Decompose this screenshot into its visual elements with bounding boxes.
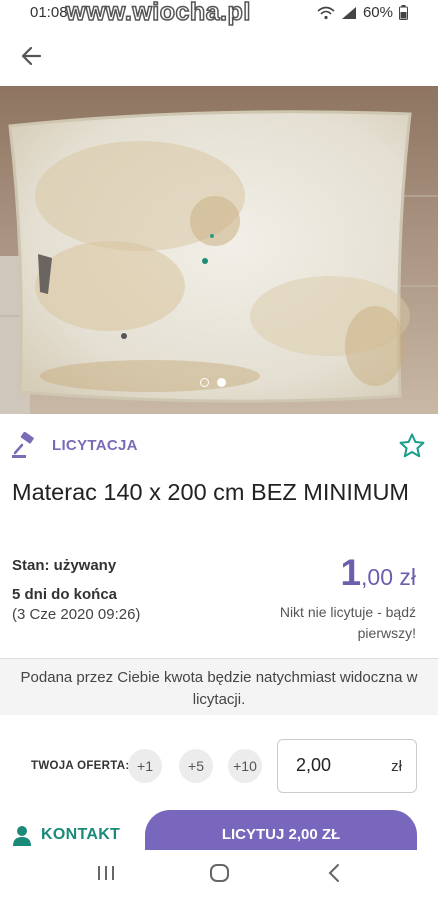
bid-notice: Podana przez Ciebie kwota będzie natychm… xyxy=(0,659,438,715)
wifi-icon xyxy=(317,6,335,19)
clock: 01:08 xyxy=(30,4,68,21)
status-icons: 60% xyxy=(317,4,408,21)
watermark: www.wiocha.pl xyxy=(65,0,251,27)
time-left: 5 dni do końca xyxy=(12,586,118,603)
offer-label: TWOJA OFERTA: xyxy=(31,760,130,772)
home-icon[interactable] xyxy=(209,862,231,884)
item-condition: Stan: używany xyxy=(12,557,117,574)
listing-title: Materac 140 x 200 cm BEZ MINIMUM xyxy=(12,479,409,505)
price-fraction: ,00 zł xyxy=(361,564,416,590)
auction-header: LICYTACJA xyxy=(12,432,426,460)
person-icon xyxy=(13,826,31,846)
current-price: 1,00 zł xyxy=(340,552,416,594)
status-bar: 01:08 www.wiocha.pl 60% xyxy=(0,0,438,28)
offer-amount-input[interactable] xyxy=(294,754,378,777)
battery-level: 60% xyxy=(362,4,393,21)
contact-label: KONTAKT xyxy=(41,826,121,843)
listing-photo[interactable] xyxy=(0,86,438,414)
increment-5-button[interactable]: +5 xyxy=(179,749,213,783)
app-toolbar xyxy=(0,28,438,86)
offer-amount-field[interactable]: zł xyxy=(277,739,417,793)
signal-icon xyxy=(341,6,356,19)
favorite-star-icon[interactable] xyxy=(398,432,426,460)
back-arrow-icon[interactable] xyxy=(18,42,46,70)
back-nav-icon[interactable] xyxy=(324,862,344,884)
recent-apps-icon[interactable] xyxy=(96,862,116,884)
increment-1-button[interactable]: +1 xyxy=(128,749,162,783)
gavel-icon xyxy=(12,432,34,458)
carousel-indicator xyxy=(200,378,226,387)
mattress-image xyxy=(0,86,438,414)
auction-badge: LICYTACJA xyxy=(52,437,138,454)
carousel-dot[interactable] xyxy=(200,378,209,387)
carousel-dot-active[interactable] xyxy=(217,378,226,387)
end-date: (3 Cze 2020 09:26) xyxy=(12,606,141,623)
currency-label: zł xyxy=(391,758,402,775)
bid-status: Nikt nie licytuje - bądź pierwszy! xyxy=(279,604,416,641)
system-nav-bar xyxy=(0,850,438,900)
offer-row: TWOJA OFERTA: +1 +5 +10 zł xyxy=(0,735,438,799)
price-integer: 1 xyxy=(340,552,362,593)
increment-10-button[interactable]: +10 xyxy=(228,749,262,783)
battery-icon xyxy=(399,5,408,20)
